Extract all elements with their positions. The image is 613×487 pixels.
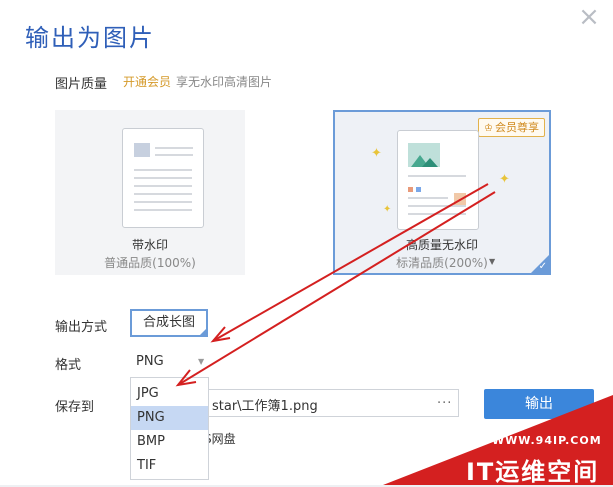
red-arrow-icon: [210, 183, 489, 343]
watermark-brand: IT运维空间: [466, 458, 600, 486]
annotation-overlay: [175, 183, 613, 485]
export-image-dialog: 输出为图片 × 图片质量 开通会员 享无水印高清图片 带水印 普通品质(100%…: [0, 0, 613, 486]
red-arrow-icon: [175, 191, 496, 387]
watermark-url: WWW.94IP.COM: [492, 434, 602, 447]
